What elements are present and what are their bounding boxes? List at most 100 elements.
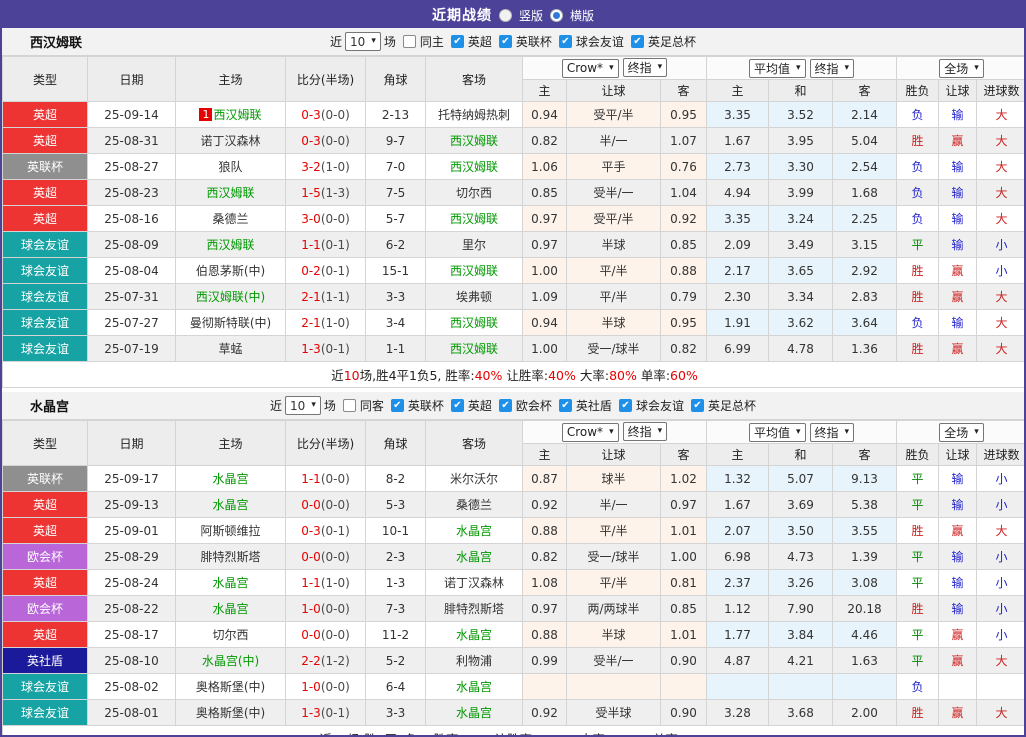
home-team-name[interactable]: 狼队 (218, 160, 242, 174)
away-team-cell: 西汉姆联 (425, 127, 523, 154)
home-team-name[interactable]: 水晶宫(中) (202, 654, 259, 668)
odds-final-select[interactable]: 终指 ▾ (622, 422, 668, 442)
away-team-name[interactable]: 利物浦 (456, 654, 492, 668)
home-team-name[interactable]: 西汉姆联(中) (196, 290, 265, 304)
away-team-name[interactable]: 西汉姆联 (450, 264, 498, 278)
away-team-name[interactable]: 切尔西 (456, 186, 492, 200)
home-team-name[interactable]: 草蜢 (218, 342, 242, 356)
odds-company-select[interactable]: Crow* ▾ (561, 58, 619, 78)
avg-final-select[interactable]: 终指 ▾ (809, 422, 855, 442)
league-filter-checkbox-3[interactable]: ✔ (558, 399, 572, 412)
score-cell[interactable]: 1-1(0-0) (285, 465, 366, 492)
away-team-cell: 诺丁汉森林 (425, 569, 523, 596)
home-team-name[interactable]: 奥格斯堡(中) (196, 706, 265, 720)
home-team-name[interactable]: 西汉姆联 (206, 238, 254, 252)
score-cell[interactable]: 0-3(0-1) (285, 517, 366, 544)
scope-select[interactable]: 全场 ▾ (939, 58, 984, 78)
league-filter-checkbox-4[interactable]: ✔ (618, 399, 632, 412)
home-team-name[interactable]: 西汉姆联 (213, 108, 261, 122)
away-team-name[interactable]: 西汉姆联 (450, 160, 498, 174)
same-venue-checkbox[interactable] (402, 35, 416, 48)
scope-select[interactable]: 全场 ▾ (939, 422, 984, 442)
home-team-name[interactable]: 水晶宫 (212, 602, 248, 616)
score-cell[interactable]: 1-3(0-1) (285, 335, 366, 362)
away-team-name[interactable]: 西汉姆联 (450, 212, 498, 226)
score-cell[interactable]: 1-3(0-1) (285, 699, 366, 726)
avg-type-select[interactable]: 平均值 ▾ (748, 422, 806, 442)
score-cell[interactable]: 0-2(0-1) (285, 257, 366, 284)
score-cell[interactable]: 1-1(0-1) (285, 231, 366, 258)
col-header: 类型 (2, 56, 88, 102)
score-cell[interactable]: 0-0(0-0) (285, 543, 366, 570)
away-team-name[interactable]: 诺丁汉森林 (444, 576, 504, 590)
away-team-name[interactable]: 水晶宫 (456, 680, 492, 694)
score-cell[interactable]: 3-2(1-0) (285, 153, 366, 180)
league-filter-checkbox-3[interactable]: ✔ (630, 35, 644, 48)
result-winlose: 平 (896, 569, 940, 596)
summary-stat-value: 30% (682, 732, 710, 735)
recent-count-select[interactable]: 10 ▾ (345, 32, 381, 51)
match-row: 球会友谊 25-08-02 奥格斯堡(中) 1-0(0-0) 6-4 水晶宫负 (2, 673, 1024, 700)
league-filter-checkbox-1[interactable]: ✔ (450, 399, 464, 412)
away-team-name[interactable]: 桑德兰 (456, 498, 492, 512)
result-winlose: 胜 (896, 699, 940, 726)
away-team-name[interactable]: 水晶宫 (456, 706, 492, 720)
avg-type-select[interactable]: 平均值 ▾ (748, 58, 806, 78)
avg-final-select[interactable]: 终指 ▾ (809, 58, 855, 78)
home-team-name[interactable]: 桑德兰 (212, 212, 248, 226)
home-team-name[interactable]: 水晶宫 (212, 472, 248, 486)
summary-stat-value: 60% (670, 368, 698, 383)
home-team-name[interactable]: 阿斯顿维拉 (200, 524, 260, 538)
home-team-name[interactable]: 诺丁汉森林 (200, 134, 260, 148)
league-filter-checkbox-2[interactable]: ✔ (498, 399, 512, 412)
league-filter-checkbox-0[interactable]: ✔ (390, 399, 404, 412)
score-cell[interactable]: 1-0(0-0) (285, 673, 366, 700)
away-team-name[interactable]: 托特纳姆热刺 (438, 108, 510, 122)
score-cell[interactable]: 3-0(0-0) (285, 205, 366, 232)
handicap-away-odds: 0.82 (660, 335, 707, 362)
score-cell[interactable]: 2-1(1-1) (285, 283, 366, 310)
away-team-name[interactable]: 米尔沃尔 (450, 472, 498, 486)
home-team-name[interactable]: 水晶宫 (212, 576, 248, 590)
league-filter-checkbox-5[interactable]: ✔ (690, 399, 704, 412)
away-team-name[interactable]: 西汉姆联 (450, 342, 498, 356)
score-cell[interactable]: 0-3(0-0) (285, 127, 366, 154)
league-filter-checkbox-0[interactable]: ✔ (450, 35, 464, 48)
score-cell[interactable]: 0-3(0-0) (285, 101, 366, 128)
score-cell[interactable]: 0-0(0-0) (285, 621, 366, 648)
home-team-name[interactable]: 曼彻斯特联(中) (190, 316, 271, 330)
away-team-name[interactable]: 西汉姆联 (450, 316, 498, 330)
away-team-name[interactable]: 水晶宫 (456, 550, 492, 564)
chevron-down-icon: ▾ (609, 62, 614, 73)
away-team-name[interactable]: 腓特烈斯塔 (444, 602, 504, 616)
home-team-name[interactable]: 切尔西 (212, 628, 248, 642)
home-team-name[interactable]: 奥格斯堡(中) (196, 680, 265, 694)
corner-score: 7-0 (365, 153, 426, 180)
radio-vertical-layout[interactable] (498, 8, 512, 22)
same-venue-checkbox[interactable] (342, 399, 356, 412)
radio-horizontal-layout[interactable] (550, 8, 563, 22)
match-date: 25-08-16 (87, 205, 176, 232)
recent-count-select[interactable]: 10 ▾ (285, 396, 321, 415)
home-team-name[interactable]: 西汉姆联 (206, 186, 254, 200)
away-team-name[interactable]: 水晶宫 (456, 628, 492, 642)
league-filter-checkbox-1[interactable]: ✔ (498, 35, 512, 48)
score-cell[interactable]: 1-1(1-0) (285, 569, 366, 596)
score-cell[interactable]: 2-2(1-2) (285, 647, 366, 674)
home-team-name[interactable]: 腓特烈斯塔 (200, 550, 260, 564)
home-team-name[interactable]: 水晶宫 (212, 498, 248, 512)
away-team-name[interactable]: 西汉姆联 (450, 134, 498, 148)
score-cell[interactable]: 1-0(0-0) (285, 595, 366, 622)
home-team-cell: 1 西汉姆联 (175, 101, 286, 128)
away-team-name[interactable]: 埃弗顿 (456, 290, 492, 304)
away-team-name[interactable]: 水晶宫 (456, 524, 492, 538)
odds-final-select[interactable]: 终指 ▾ (622, 58, 668, 78)
away-team-name[interactable]: 里尔 (462, 238, 486, 252)
score-cell[interactable]: 1-5(1-3) (285, 179, 366, 206)
score-cell[interactable]: 0-0(0-0) (285, 491, 366, 518)
odds-company-select[interactable]: Crow* ▾ (561, 422, 619, 442)
league-badge: 欧会杯 (2, 543, 88, 570)
league-filter-checkbox-2[interactable]: ✔ (558, 35, 572, 48)
score-cell[interactable]: 2-1(1-0) (285, 309, 366, 336)
home-team-name[interactable]: 伯恩茅斯(中) (196, 264, 265, 278)
